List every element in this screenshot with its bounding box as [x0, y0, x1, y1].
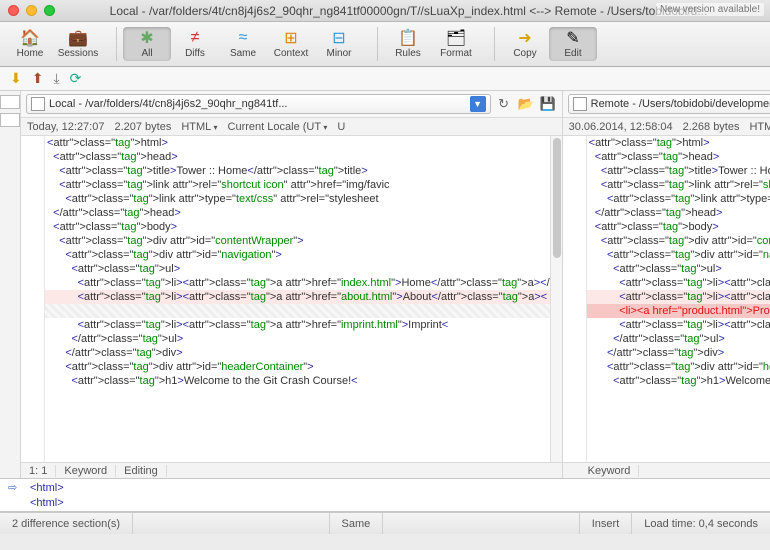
main-toolbar: 🏠Home 💼Sessions ✱All ≠Diffs ≈Same ⊞Conte…	[0, 22, 770, 67]
merge-line-2: <html>	[30, 496, 766, 511]
prev-diff-icon[interactable]: ⬆	[32, 70, 44, 87]
left-path-row: Local - /var/folders/4t/cn8j4j6s2_90qhr_…	[21, 91, 562, 118]
right-marker-gutter	[563, 136, 587, 462]
status-insert: Insert	[580, 513, 633, 534]
right-path-row: Remote - /Users/tobidobi/development/_gi…	[563, 91, 770, 118]
save-left-icon[interactable]: 💾	[539, 95, 557, 113]
document-icon	[31, 97, 45, 111]
briefcase-icon: 💼	[54, 29, 102, 47]
left-code[interactable]: <attr">class="tag">html> <attr">class="t…	[45, 136, 550, 462]
status-same: Same	[330, 513, 384, 534]
next-diff-icon[interactable]: ⬇	[10, 70, 22, 87]
filter-same-button[interactable]: ≈Same	[219, 27, 267, 61]
left-lineend[interactable]: U	[337, 121, 345, 133]
zoom-icon[interactable]	[44, 5, 55, 16]
rules-icon: 📋	[384, 29, 432, 47]
home-icon: 🏠	[6, 29, 54, 47]
merge-preview[interactable]: ⇨ <html> <html>	[0, 478, 770, 512]
reload-left-icon[interactable]: ↻	[495, 95, 513, 113]
close-icon[interactable]	[8, 5, 19, 16]
edit-button[interactable]: ✎Edit	[549, 27, 597, 61]
left-lang[interactable]: HTML	[181, 121, 217, 133]
format-icon: 🗂	[432, 29, 480, 47]
left-mode: Editing	[116, 465, 167, 477]
right-path-text: Remote - /Users/tobidobi/development/_gi…	[591, 98, 770, 110]
filter-context-button[interactable]: ⊞Context	[267, 27, 315, 61]
minimap-right[interactable]	[0, 113, 20, 127]
left-cursor-pos: 1: 1	[21, 465, 56, 477]
left-size: 2.207 bytes	[114, 121, 171, 133]
right-path-box[interactable]: Remote - /Users/tobidobi/development/_gi…	[568, 94, 770, 114]
left-marker-gutter	[21, 136, 45, 462]
last-diff-icon[interactable]: ⤓	[53, 70, 59, 87]
context-icon: ⊞	[267, 29, 315, 47]
right-lang[interactable]: HTML	[749, 121, 770, 133]
separator	[494, 27, 495, 61]
pencil-icon: ✎	[549, 29, 597, 47]
status-loadtime: Load time: 0,4 seconds	[632, 513, 770, 534]
approx-icon: ≈	[219, 29, 267, 47]
right-pane: Remote - /Users/tobidobi/development/_gi…	[563, 91, 770, 478]
right-keyword: Keyword	[580, 465, 640, 477]
right-date: 30.06.2014, 12:58:04	[569, 121, 673, 133]
right-code[interactable]: <attr">class="tag">html> <attr">class="t…	[587, 136, 770, 462]
separator	[377, 27, 378, 61]
asterisk-icon: ✱	[123, 29, 171, 47]
diff-nav-bar: ⬇ ⬆ ⤓ ⟳	[0, 67, 770, 91]
format-button[interactable]: 🗂Format	[432, 27, 480, 61]
right-meta: 30.06.2014, 12:58:04 2.268 bytes HTML Cu…	[563, 118, 770, 136]
right-footer: Keyword	[563, 462, 770, 478]
separator	[116, 27, 117, 61]
refresh-icon[interactable]: ⟳	[70, 70, 82, 87]
minimap-left[interactable]	[0, 95, 20, 109]
status-diffcount: 2 difference section(s)	[0, 513, 133, 534]
left-path-box[interactable]: Local - /var/folders/4t/cn8j4j6s2_90qhr_…	[26, 94, 491, 114]
status-bar: 2 difference section(s) Same Insert Load…	[0, 512, 770, 534]
chevron-down-icon[interactable]: ▼	[470, 96, 486, 112]
overview-gutter	[0, 91, 21, 478]
filter-diffs-button[interactable]: ≠Diffs	[171, 27, 219, 61]
minor-icon: ⊟	[315, 29, 363, 47]
compare-area: Local - /var/folders/4t/cn8j4j6s2_90qhr_…	[0, 91, 770, 478]
window-titlebar: Local - /var/folders/4t/cn8j4j6s2_90qhr_…	[0, 0, 770, 22]
not-equal-icon: ≠	[171, 29, 219, 47]
merge-arrow-icon: ⇨	[8, 481, 17, 496]
left-encoding[interactable]: Current Locale (UT	[228, 121, 328, 133]
arrow-right-icon: ➜	[501, 29, 549, 47]
window-controls	[8, 5, 55, 16]
copy-button[interactable]: ➜Copy	[501, 27, 549, 61]
left-footer: 1: 1 Keyword Editing	[21, 462, 562, 478]
left-meta: Today, 12:27:07 2.207 bytes HTML Current…	[21, 118, 562, 136]
sessions-button[interactable]: 💼Sessions	[54, 27, 102, 61]
minimize-icon[interactable]	[26, 5, 37, 16]
filter-all-button[interactable]: ✱All	[123, 27, 171, 61]
merge-line-1: <html>	[30, 481, 766, 496]
left-keyword: Keyword	[56, 465, 116, 477]
filter-minor-button[interactable]: ⊟Minor	[315, 27, 363, 61]
right-size: 2.268 bytes	[683, 121, 740, 133]
left-scrollbar[interactable]	[550, 136, 562, 462]
left-date: Today, 12:27:07	[27, 121, 104, 133]
update-notification[interactable]: New version available!	[656, 3, 764, 16]
left-pane: Local - /var/folders/4t/cn8j4j6s2_90qhr_…	[21, 91, 563, 478]
rules-button[interactable]: 📋Rules	[384, 27, 432, 61]
left-path-text: Local - /var/folders/4t/cn8j4j6s2_90qhr_…	[49, 98, 470, 110]
document-icon	[573, 97, 587, 111]
home-button[interactable]: 🏠Home	[6, 27, 54, 61]
open-left-icon[interactable]: 📂	[517, 95, 535, 113]
